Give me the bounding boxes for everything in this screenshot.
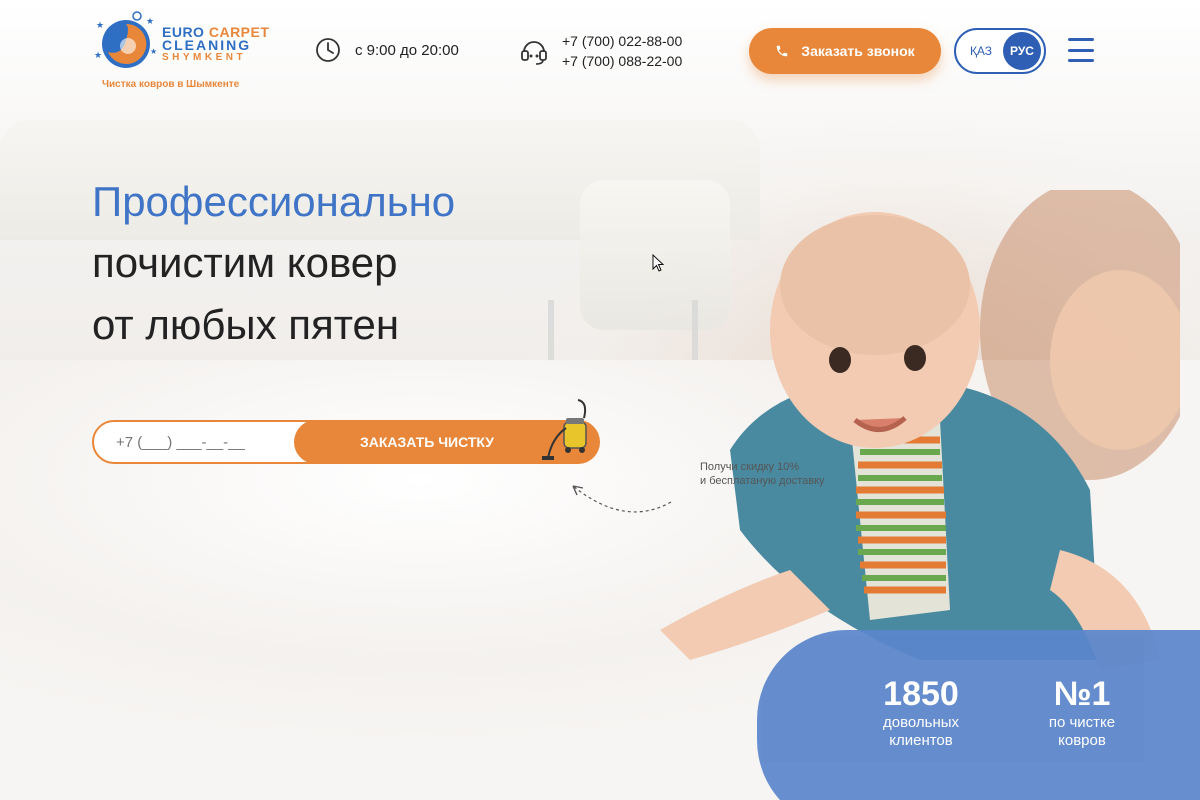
svg-text:★: ★	[94, 50, 102, 60]
stats-panel: 1850 довольных клиентов №1 по чистке ков…	[757, 630, 1200, 800]
logo-text-line3: SHYMKENT	[162, 52, 247, 63]
hours-text: с 9:00 до 20:00	[355, 41, 459, 59]
headline-line-2: почистим ковер	[92, 239, 398, 286]
promo-line-1: Получи скидку 10%	[700, 461, 800, 473]
request-call-button[interactable]: Заказать звонок	[749, 28, 941, 74]
phone-input[interactable]	[94, 422, 294, 462]
working-hours: с 9:00 до 20:00	[315, 37, 459, 63]
phone-link-2[interactable]: +7 (700) 088-22-00	[562, 52, 682, 70]
headline-line-1: Профессионально	[92, 178, 456, 225]
stat-rank-value: №1	[1053, 675, 1111, 713]
order-cleaning-label: ЗАКАЗАТЬ ЧИСТКУ	[359, 434, 495, 450]
lang-kaz-option[interactable]: ҚАЗ	[959, 44, 1003, 58]
request-call-label: Заказать звонок	[801, 43, 915, 59]
phone-icon	[777, 45, 788, 57]
promo-note: Получи скидку 10% и бесплатаную доставку	[700, 460, 825, 488]
language-switcher[interactable]: ҚАЗ РУС	[954, 28, 1046, 74]
stat-clients: 1850 довольных клиентов	[851, 674, 991, 750]
lang-rus-option[interactable]: РУС	[1003, 32, 1041, 70]
stat-rank-label-2: ковров	[1058, 732, 1106, 749]
stat-clients-label: довольных	[882, 714, 960, 731]
svg-text:★: ★	[150, 47, 157, 56]
logo-tagline: Чистка ковров в Шымкенте	[102, 79, 240, 90]
stat-rank: №1 по чистке ковров	[1017, 674, 1147, 750]
menu-icon[interactable]	[1068, 38, 1094, 62]
hero-headline: Профессионально почистим ковер от любых …	[92, 172, 455, 356]
order-form: ЗАКАЗАТЬ ЧИСТКУ	[92, 420, 600, 464]
phone-contacts: +7 (700) 022-88-00 +7 (700) 088-22-00	[520, 32, 682, 70]
mouse-cursor-icon	[652, 254, 664, 272]
headline-line-3: от любых пятен	[92, 301, 400, 348]
brand-logo[interactable]: ★ ★ ★ ★ EURO CARPET CLEANING SHYMKENT Чи…	[92, 4, 269, 94]
svg-text:★: ★	[96, 20, 104, 30]
promo-line-2: и бесплатаную доставку	[700, 475, 825, 487]
logo-emblem-icon: ★ ★ ★ ★	[94, 11, 157, 68]
curved-arrow-icon	[572, 485, 672, 513]
baby-photo	[660, 190, 1180, 670]
phone-link-1[interactable]: +7 (700) 022-88-00	[562, 32, 682, 50]
clock-icon	[316, 38, 340, 62]
stat-clients-value: 1850	[883, 675, 959, 713]
svg-text:★: ★	[146, 16, 154, 26]
logo-text-line2: CLEANING	[162, 37, 252, 53]
vacuum-cleaner-icon	[542, 399, 587, 460]
stat-clients-label-2: клиентов	[889, 732, 953, 749]
headset-icon	[521, 41, 547, 65]
stat-rank-label: по чистке	[1048, 714, 1116, 731]
